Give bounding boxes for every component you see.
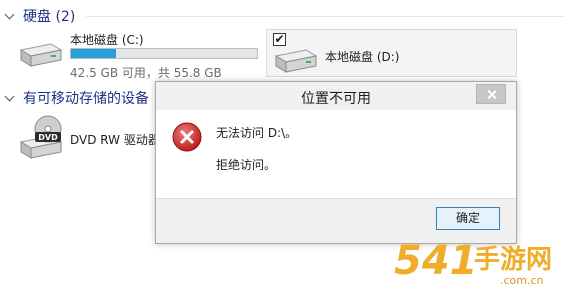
dialog-message: 无法访问 D:\。 [216,126,298,140]
dvd-drive-icon: DVD [19,115,63,159]
svg-text:541: 541 [394,238,478,284]
hard-drive-icon [19,43,63,67]
error-icon [172,122,202,152]
drive-c-usage-fill [71,49,116,58]
drive-dvd-label: DVD RW 驱动器 [70,133,160,147]
drive-c-label: 本地磁盘 (C:) [70,33,144,47]
dialog-detail: 拒绝访问。 [216,158,277,172]
ok-button[interactable]: 确定 [436,207,500,230]
error-dialog: 位置不可用 无法访问 D:\。 拒绝访问。 确定 [155,81,517,244]
site-watermark-logo: 541 手游网 .com.cn [394,238,552,287]
drive-d-label: 本地磁盘 (D:) [325,50,400,64]
chevron-down-icon[interactable] [4,9,18,23]
drive-c-usage-bar [70,48,258,59]
svg-text:手游网: 手游网 [474,245,552,275]
section-divider [86,16,565,17]
removable-title: 有可移动存储的设备 [23,91,149,107]
drive-d[interactable]: ✔ 本地磁盘 (D:) [266,29,517,77]
dialog-titlebar[interactable]: 位置不可用 [156,82,516,110]
dialog-title: 位置不可用 [301,91,371,107]
dialog-body: 无法访问 D:\。 拒绝访问。 [156,110,516,200]
hard-drive-icon [274,49,318,73]
removable-header[interactable]: 有可移动存储的设备 [0,88,149,108]
drive-c[interactable]: 本地磁盘 (C:) 42.5 GB 可用，共 55.8 GB [0,28,265,80]
close-icon[interactable] [476,84,506,104]
hard-disks-header[interactable]: 硬盘 (2) [0,6,75,26]
hard-disks-title: 硬盘 (2) [23,9,76,25]
svg-text:.com.cn: .com.cn [500,274,544,287]
dvd-badge: DVD [38,133,58,142]
chevron-down-icon[interactable] [4,91,18,105]
drive-dvd[interactable]: DVD DVD RW 驱动器 [0,110,160,165]
drive-c-size: 42.5 GB 可用，共 55.8 GB [70,66,222,80]
